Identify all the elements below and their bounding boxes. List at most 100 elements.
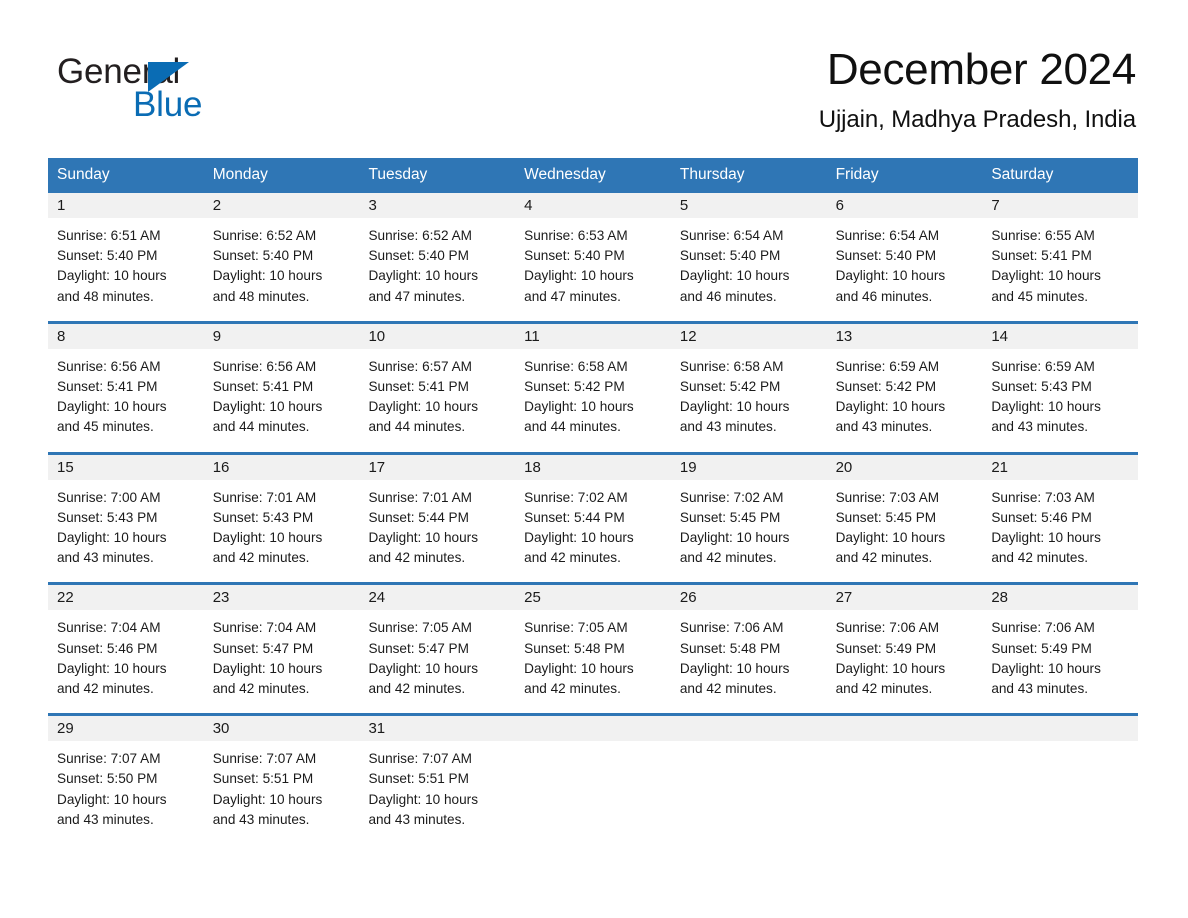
sunrise-time: Sunrise: 6:53 AM [524,228,628,243]
daylight-duration-line2: and 42 minutes. [991,550,1089,566]
day-cell[interactable]: 11 Sunrise: 6:58 AM Sunset: 5:42 PM Dayligh… [515,323,671,452]
daylight-duration-line2: and 44 minutes. [368,419,466,435]
day-number [826,716,983,742]
daylight-duration-line1: Daylight: 10 hours [57,268,167,284]
daylight-duration-line2: and 44 minutes. [524,419,621,435]
daylight-duration-line1: Daylight: 10 hours [679,530,790,546]
sunrise-time: Sunrise: 7:00 AM [57,489,161,505]
day-number: 27 [826,585,983,611]
sunrise-time: Sunrise: 6:56 AM [212,358,317,374]
day-cell[interactable]: 7 Sunrise: 6:55 AM Sunset: 5:41 PM Daylight… [982,193,1139,321]
daylight-duration-line1: Daylight: 10 hours [524,530,634,546]
daylight-duration-line1: Daylight: 10 hours [57,660,167,676]
day-cell[interactable]: 22 Sunrise: 7:04 AM Sunset: 5:46 PM Dayligh… [48,585,204,714]
day-cell[interactable]: 10 Sunrise: 6:57 AM Sunset: 5:41 PM Dayligh… [359,323,516,452]
sunset-time: Sunset: 5:43 PM [212,509,314,525]
day-cell[interactable]: 3 Sunrise: 6:52 AM Sunset: 5:40 PM Daylight… [359,193,516,321]
day-details [982,741,1138,841]
day-details: Sunrise: 7:05 AM Sunset: 5:47 PM Daylight:… [359,610,515,713]
day-cell[interactable]: 19 Sunrise: 7:02 AM Sunset: 5:45 PM Dayligh… [670,454,827,583]
day-cell[interactable]: 5 Sunrise: 6:54 AM Sunset: 5:40 PM Daylight… [670,193,827,321]
day-details: Sunrise: 6:56 AM Sunset: 5:41 PM Daylight:… [204,349,360,452]
day-cell[interactable]: 29 Sunrise: 7:07 AM Sunset: 5:50 PM Dayligh… [48,716,204,845]
daylight-duration-line2: and 42 minutes. [679,550,777,566]
day-details: Sunrise: 6:55 AM Sunset: 5:41 PM Daylight:… [982,218,1138,321]
day-details: Sunrise: 6:52 AM Sunset: 5:40 PM Daylight:… [204,218,360,321]
day-cell[interactable]: 27 Sunrise: 7:06 AM Sunset: 5:49 PM Dayligh… [826,585,983,714]
sunrise-time: Sunrise: 7:06 AM [679,620,784,636]
day-number: 29 [48,716,204,742]
daylight-duration-line2: and 42 minutes. [835,550,933,566]
day-details: Sunrise: 7:07 AM Sunset: 5:50 PM Daylight:… [48,741,204,844]
sunrise-time: Sunrise: 6:52 AM [212,228,317,243]
day-cell-empty [515,716,671,845]
day-details: Sunrise: 7:04 AM Sunset: 5:47 PM Daylight:… [204,610,360,713]
day-details: Sunrise: 7:04 AM Sunset: 5:46 PM Daylight:… [48,610,204,713]
day-cell[interactable]: 31 Sunrise: 7:07 AM Sunset: 5:51 PM Dayligh… [359,716,516,845]
day-number: 10 [359,323,516,349]
sunset-time: Sunset: 5:47 PM [212,640,314,656]
daylight-duration-line1: Daylight: 10 hours [991,268,1101,284]
day-cell[interactable]: 16 Sunrise: 7:01 AM Sunset: 5:43 PM Dayligh… [203,454,360,583]
daylight-duration-line2: and 45 minutes. [57,419,154,435]
day-cell[interactable]: 28 Sunrise: 7:06 AM Sunset: 5:49 PM Dayligh… [982,585,1139,714]
day-cell[interactable]: 9 Sunrise: 6:56 AM Sunset: 5:41 PM Daylight… [203,323,360,452]
day-details [827,741,983,841]
day-cell-empty [670,716,827,845]
daylight-duration-line2: and 42 minutes. [368,681,466,697]
sunrise-time: Sunrise: 6:57 AM [368,358,472,374]
sunrise-time: Sunrise: 7:01 AM [368,489,472,505]
sunrise-time: Sunrise: 7:03 AM [835,489,940,505]
day-number: 1 [48,193,204,218]
day-cell[interactable]: 6 Sunrise: 6:54 AM Sunset: 5:40 PM Daylight… [826,193,983,321]
day-details: Sunrise: 7:07 AM Sunset: 5:51 PM Daylight:… [204,741,360,844]
general-blue-logo[interactable]: General Blue [57,52,317,124]
day-details: Sunrise: 7:06 AM Sunset: 5:49 PM Daylight:… [827,610,983,713]
daylight-duration-line2: and 43 minutes. [57,550,154,566]
day-cell[interactable]: 24 Sunrise: 7:05 AM Sunset: 5:47 PM Dayligh… [359,585,516,714]
day-cell[interactable]: 1 Sunrise: 6:51 AM Sunset: 5:40 PM Daylight… [48,193,204,321]
day-cell[interactable]: 21 Sunrise: 7:03 AM Sunset: 5:46 PM Dayligh… [982,454,1139,583]
day-cell[interactable]: 23 Sunrise: 7:04 AM Sunset: 5:47 PM Dayligh… [203,585,360,714]
day-cell[interactable]: 26 Sunrise: 7:06 AM Sunset: 5:48 PM Dayligh… [670,585,827,714]
day-cell[interactable]: 4 Sunrise: 6:53 AM Sunset: 5:40 PM Daylight… [515,193,671,321]
day-cell[interactable]: 8 Sunrise: 6:56 AM Sunset: 5:41 PM Daylight… [48,323,204,452]
day-cell[interactable]: 30 Sunrise: 7:07 AM Sunset: 5:51 PM Dayligh… [203,716,360,845]
day-number: 26 [670,585,827,611]
calendar-week-row: 1 Sunrise: 6:51 AM Sunset: 5:40 PM Daylight… [48,193,1139,321]
day-details: Sunrise: 6:59 AM Sunset: 5:43 PM Daylight:… [982,349,1138,452]
day-number: 5 [670,193,827,218]
daylight-duration-line1: Daylight: 10 hours [835,399,946,415]
weekday-header-thursday: Thursday [679,166,745,183]
day-cell[interactable]: 2 Sunrise: 6:52 AM Sunset: 5:40 PM Daylight… [203,193,360,321]
day-details: Sunrise: 6:59 AM Sunset: 5:42 PM Daylight:… [827,349,983,452]
day-cell[interactable]: 15 Sunrise: 7:00 AM Sunset: 5:43 PM Dayligh… [48,454,204,583]
day-cell[interactable]: 14 Sunrise: 6:59 AM Sunset: 5:43 PM Dayligh… [982,323,1139,452]
day-details: Sunrise: 6:58 AM Sunset: 5:42 PM Daylight:… [671,349,827,452]
day-number: 7 [982,193,1139,218]
sunset-time: Sunset: 5:46 PM [57,640,158,656]
daylight-duration-line2: and 44 minutes. [212,419,310,435]
daylight-duration-line1: Daylight: 10 hours [368,791,479,807]
day-cell[interactable]: 12 Sunrise: 6:58 AM Sunset: 5:42 PM Dayligh… [670,323,827,452]
daylight-duration-line2: and 43 minutes. [679,419,777,435]
sunrise-time: Sunrise: 6:56 AM [57,358,161,374]
day-cell[interactable]: 20 Sunrise: 7:03 AM Sunset: 5:45 PM Dayligh… [826,454,983,583]
day-details: Sunrise: 7:05 AM Sunset: 5:48 PM Daylight:… [515,610,671,713]
day-details: Sunrise: 7:03 AM Sunset: 5:45 PM Daylight:… [827,480,983,583]
day-cell[interactable]: 25 Sunrise: 7:05 AM Sunset: 5:48 PM Dayligh… [515,585,671,714]
day-number: 30 [203,716,360,742]
sunset-time: Sunset: 5:49 PM [991,640,1092,656]
daylight-duration-line1: Daylight: 10 hours [212,791,323,807]
sunset-time: Sunset: 5:49 PM [835,640,937,656]
day-cell[interactable]: 18 Sunrise: 7:02 AM Sunset: 5:44 PM Dayligh… [515,454,671,583]
sunrise-time: Sunrise: 7:04 AM [212,620,317,636]
daylight-duration-line1: Daylight: 10 hours [991,660,1101,676]
sunrise-time: Sunrise: 7:04 AM [57,620,161,636]
daylight-duration-line2: and 42 minutes. [368,550,466,566]
day-details: Sunrise: 7:06 AM Sunset: 5:49 PM Daylight:… [982,610,1138,713]
daylight-duration-line2: and 42 minutes. [212,681,310,697]
day-cell[interactable]: 17 Sunrise: 7:01 AM Sunset: 5:44 PM Dayligh… [359,454,516,583]
daylight-duration-line2: and 42 minutes. [679,681,777,697]
day-cell[interactable]: 13 Sunrise: 6:59 AM Sunset: 5:42 PM Dayligh… [826,323,983,452]
